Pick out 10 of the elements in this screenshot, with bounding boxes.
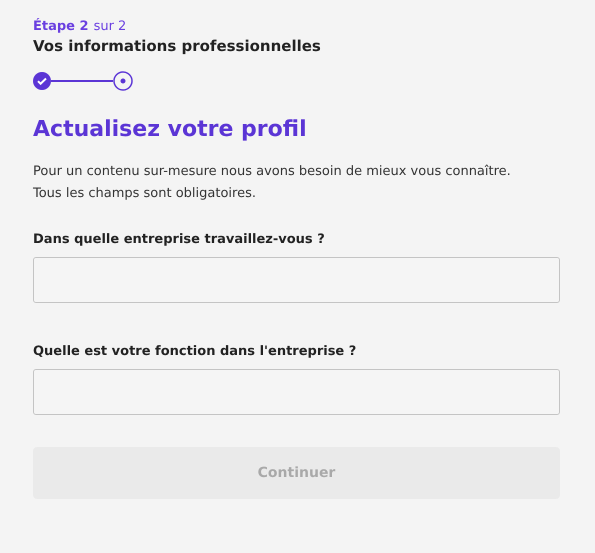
page-heading: Actualisez votre profil [33, 117, 308, 142]
step-number: Étape 2 [33, 19, 89, 34]
field-label: Quelle est votre fonction dans l'entreprise ? [33, 344, 358, 359]
intro-text: Pour un contenu sur-mesure nous avons besoin de mieux vous connaître. [33, 163, 512, 181]
field-label: Dans quelle entreprise travaillez-vous ? [33, 232, 326, 247]
step-total: sur 2 [94, 19, 126, 34]
intro-text: Tous les champs sont obligatoires. [33, 185, 257, 203]
input-field[interactable] [33, 257, 560, 303]
input-field[interactable] [33, 369, 560, 415]
section-title: Vos informations professionnelles [33, 37, 322, 55]
